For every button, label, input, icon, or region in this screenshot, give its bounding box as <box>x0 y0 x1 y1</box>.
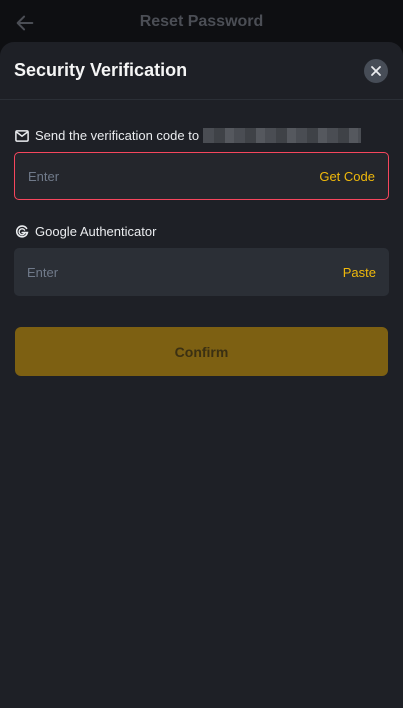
arrow-left-icon[interactable] <box>14 12 36 34</box>
redacted-email <box>203 128 362 143</box>
google-authenticator-label-text: Google Authenticator <box>35 224 157 239</box>
google-code-input[interactable] <box>27 264 267 280</box>
paste-button[interactable]: Paste <box>343 265 376 280</box>
close-icon <box>371 65 381 76</box>
email-verification-label-text: Send the verification code to <box>35 128 200 143</box>
email-code-input[interactable] <box>28 168 268 184</box>
email-verification-label: Send the verification code to <box>15 128 362 143</box>
page-title: Reset Password <box>139 13 264 30</box>
email-code-field: Get Code <box>14 152 389 200</box>
close-button[interactable] <box>364 58 388 83</box>
sheet-title: Security Verification <box>14 60 188 80</box>
google-icon <box>15 224 29 238</box>
sheet-header: Security Verification <box>0 42 403 100</box>
security-verification-sheet: Security Verification Send the verificat… <box>0 42 403 708</box>
google-code-field: Paste <box>14 248 389 296</box>
get-code-button[interactable]: Get Code <box>319 169 375 184</box>
confirm-button[interactable]: Confirm <box>15 327 388 376</box>
google-authenticator-label: Google Authenticator <box>15 224 156 239</box>
mail-icon <box>15 129 29 142</box>
background-header: Reset Password <box>0 0 403 44</box>
